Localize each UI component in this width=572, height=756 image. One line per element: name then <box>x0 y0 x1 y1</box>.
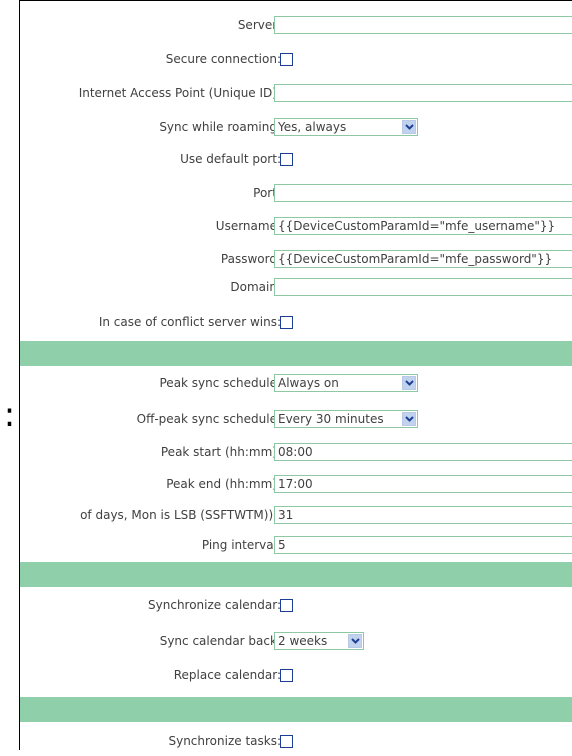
replace-calendar-label: Replace calendar: <box>173 668 281 682</box>
secure-connection-row: Secure connection: <box>20 45 572 74</box>
peak-schedule-select[interactable]: Always on <box>274 374 418 392</box>
default-port-checkbox[interactable] <box>280 153 293 166</box>
default-port-label: Use default port: <box>180 152 281 166</box>
sync-calendar-checkbox[interactable] <box>280 599 293 612</box>
sync-tasks-checkbox[interactable] <box>280 735 293 748</box>
calendar-back-select[interactable]: 2 weeks <box>274 632 364 650</box>
domain-row: Domain: <box>20 273 572 302</box>
calendar-back-label: Sync calendar back: <box>159 634 281 648</box>
username-row: Username: <box>20 212 572 241</box>
sync-tasks-row: Synchronize tasks: <box>20 727 572 756</box>
server-row: Server: <box>20 11 572 40</box>
peak-start-row: Peak start (hh:mm): <box>20 438 572 467</box>
roaming-select[interactable]: Yes, always <box>274 118 418 136</box>
chevron-down-icon[interactable] <box>402 376 416 390</box>
iap-input[interactable] <box>274 84 572 102</box>
sync-tasks-label: Synchronize tasks: <box>168 734 281 748</box>
default-port-row: Use default port: <box>20 145 572 174</box>
peak-schedule-label: Peak sync schedule: <box>159 376 282 390</box>
conflict-row: In case of conflict server wins: <box>20 308 572 337</box>
secure-connection-checkbox[interactable] <box>280 53 293 66</box>
ping-interval-row: Ping interval: <box>20 531 572 560</box>
replace-calendar-row: Replace calendar: <box>20 661 572 690</box>
offpeak-schedule-label: Off-peak sync schedule: <box>136 412 281 426</box>
iap-row: Internet Access Point (Unique ID): <box>20 79 572 108</box>
server-input[interactable] <box>274 16 572 34</box>
peak-start-input[interactable] <box>274 443 572 461</box>
domain-input[interactable] <box>274 278 572 296</box>
secure-connection-label: Secure connection: <box>165 52 281 66</box>
roaming-selected-value: Yes, always <box>278 120 347 134</box>
offpeak-schedule-select[interactable]: Every 30 minutes <box>274 410 418 428</box>
conflict-checkbox[interactable] <box>280 316 293 329</box>
sync-calendar-label: Synchronize calendar: <box>148 598 281 612</box>
roaming-row: Sync while roaming: Yes, always <box>20 113 572 142</box>
days-input[interactable] <box>274 506 572 524</box>
password-input[interactable] <box>274 250 572 268</box>
days-row: of days, Mon is LSB (SSFTWTM)) : <box>20 501 572 530</box>
chevron-down-icon[interactable] <box>402 412 416 426</box>
chevron-down-icon[interactable] <box>402 120 416 134</box>
peak-end-input[interactable] <box>274 475 572 493</box>
chevron-down-icon[interactable] <box>348 634 362 648</box>
ping-interval-input[interactable] <box>274 536 572 554</box>
password-label: Password: <box>220 252 281 266</box>
offpeak-schedule-row: Off-peak sync schedule: Every 30 minutes <box>20 405 572 434</box>
username-label: Username: <box>215 219 281 233</box>
ping-interval-label: Ping interval: <box>201 538 281 552</box>
username-input[interactable] <box>274 217 572 235</box>
section-separator <box>20 697 572 722</box>
calendar-back-selected-value: 2 weeks <box>278 634 328 648</box>
days-label: of days, Mon is LSB (SSFTWTM)) : <box>80 508 281 522</box>
password-row: Password: <box>20 245 572 274</box>
offpeak-schedule-selected-value: Every 30 minutes <box>278 412 384 426</box>
peak-end-label: Peak end (hh:mm): <box>166 477 281 491</box>
peak-schedule-selected-value: Always on <box>278 376 339 390</box>
calendar-back-row: Sync calendar back: 2 weeks <box>20 627 572 656</box>
peak-schedule-row: Peak sync schedule: Always on <box>20 369 572 398</box>
sync-calendar-row: Synchronize calendar: <box>20 591 572 620</box>
colon-marker: : <box>3 395 16 435</box>
port-input[interactable] <box>274 184 572 202</box>
section-separator <box>20 341 572 366</box>
replace-calendar-checkbox[interactable] <box>280 669 293 682</box>
port-row: Port: <box>20 179 572 208</box>
roaming-label: Sync while roaming: <box>159 120 281 134</box>
section-separator <box>20 562 572 587</box>
peak-start-label: Peak start (hh:mm): <box>160 445 281 459</box>
peak-end-row: Peak end (hh:mm): <box>20 470 572 499</box>
iap-label: Internet Access Point (Unique ID): <box>78 86 281 100</box>
conflict-label: In case of conflict server wins: <box>98 315 281 329</box>
settings-form: Server: Secure connection: Internet Acce… <box>19 0 572 750</box>
